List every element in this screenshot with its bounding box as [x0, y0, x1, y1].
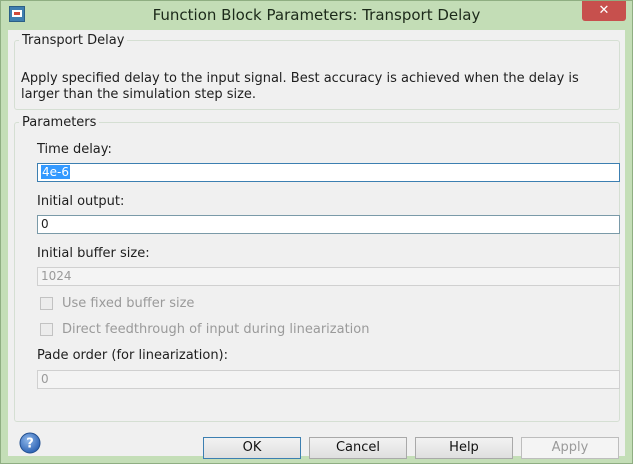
- use-fixed-buffer-checkbox: [40, 297, 53, 310]
- help-button[interactable]: Help: [415, 437, 513, 459]
- ok-button[interactable]: OK: [203, 437, 301, 459]
- cancel-button[interactable]: Cancel: [309, 437, 407, 459]
- direct-feedthrough-checkbox: [40, 323, 53, 336]
- initial-buffer-size-field: 1024: [37, 267, 620, 286]
- initial-output-label: Initial output:: [37, 194, 125, 209]
- block-group-title: Transport Delay: [22, 33, 125, 48]
- parameters-group-title: Parameters: [22, 115, 97, 130]
- dialog-body: Transport Delay Apply specified delay to…: [8, 30, 625, 456]
- svg-text:?: ?: [26, 437, 34, 452]
- time-delay-value: 4e-6: [41, 165, 70, 179]
- use-fixed-buffer-label: Use fixed buffer size: [62, 296, 195, 311]
- time-delay-label: Time delay:: [37, 142, 112, 157]
- help-question-icon[interactable]: ?: [19, 432, 41, 454]
- window-title: Function Block Parameters: Transport Del…: [152, 6, 481, 24]
- direct-feedthrough-label: Direct feedthrough of input during linea…: [62, 322, 370, 337]
- pade-order-label: Pade order (for linearization):: [37, 348, 229, 363]
- close-icon: ✕: [598, 3, 610, 18]
- simulink-block-icon[interactable]: [9, 6, 25, 22]
- dialog-window: Function Block Parameters: Transport Del…: [0, 0, 633, 464]
- close-button[interactable]: ✕: [582, 1, 626, 21]
- pade-order-field: 0: [37, 370, 620, 389]
- initial-buffer-size-label: Initial buffer size:: [37, 246, 150, 261]
- title-bar[interactable]: Function Block Parameters: Transport Del…: [1, 1, 632, 30]
- block-description: Apply specified delay to the input signa…: [21, 71, 579, 102]
- time-delay-field[interactable]: 4e-6: [37, 163, 620, 182]
- apply-button: Apply: [521, 437, 619, 459]
- initial-output-field[interactable]: 0: [37, 215, 620, 234]
